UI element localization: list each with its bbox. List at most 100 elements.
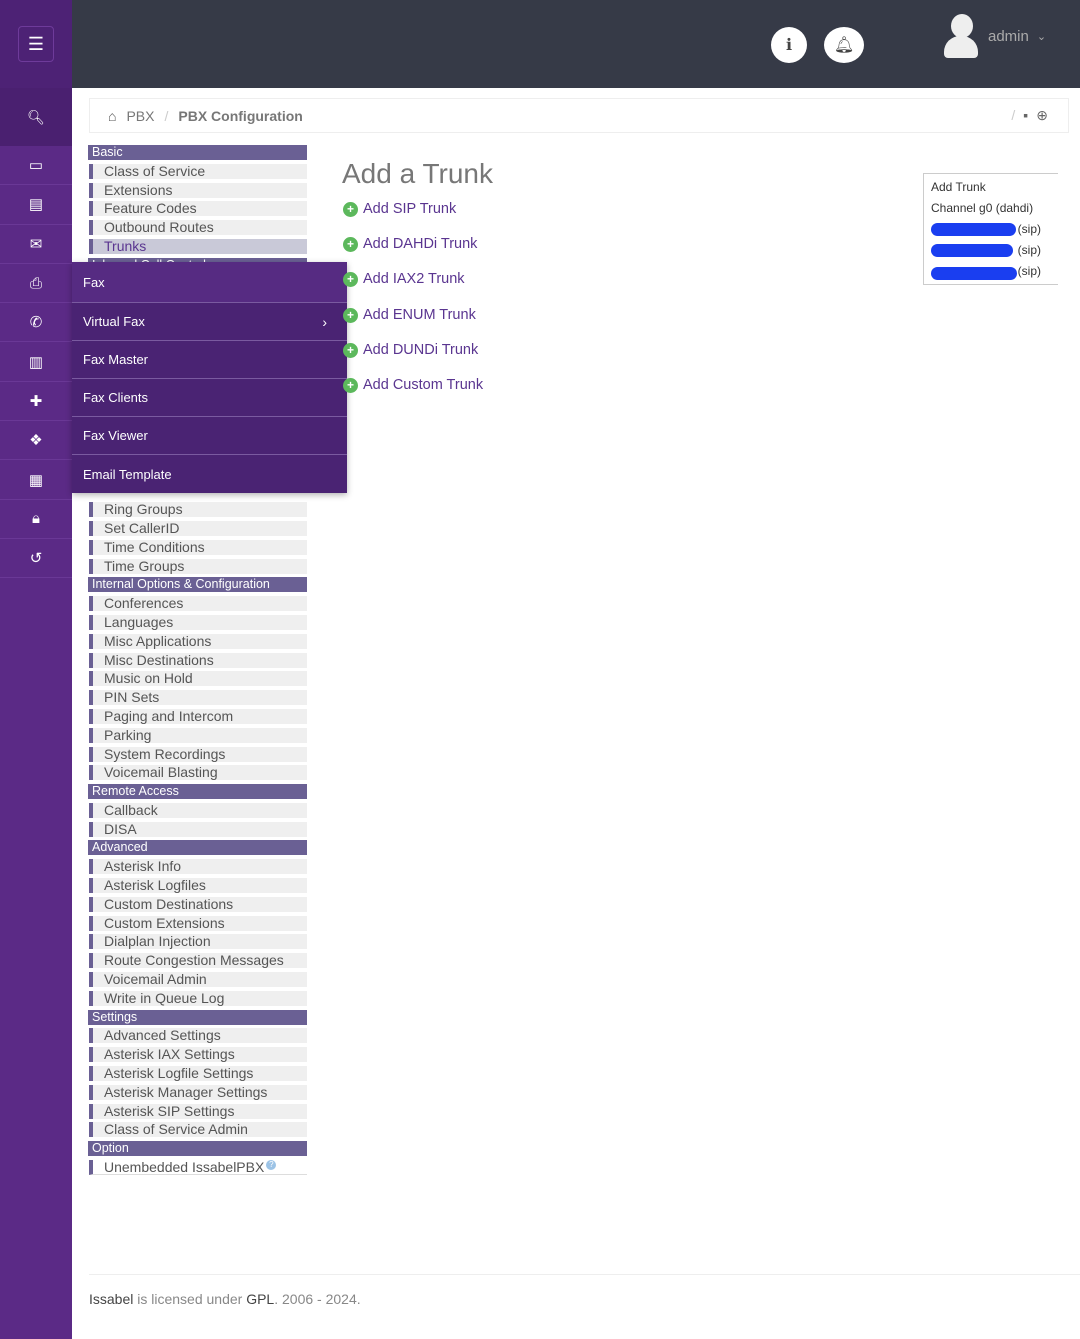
- add-trunk-link[interactable]: + Add SIP Trunk: [343, 201, 456, 217]
- redaction: [931, 244, 1013, 257]
- menu-item[interactable]: Voicemail Blasting: [89, 765, 307, 781]
- menu-item[interactable]: Class of Service: [89, 163, 307, 179]
- menu-item[interactable]: Asterisk IAX Settings: [89, 1047, 307, 1063]
- calculator-icon[interactable]: ▦: [0, 460, 72, 500]
- history-icon[interactable]: ↺: [0, 539, 72, 579]
- bar-chart-icon[interactable]: ▥: [0, 342, 72, 382]
- menu-item[interactable]: Asterisk Logfiles: [89, 878, 307, 894]
- popup-item-email-template[interactable]: Email Template: [72, 455, 347, 493]
- menu-item[interactable]: PIN Sets: [89, 690, 307, 706]
- user-menu[interactable]: admin ⌄: [942, 14, 1046, 58]
- breadcrumb-pbx[interactable]: PBX: [126, 108, 154, 124]
- note-icon[interactable]: ▪: [1023, 107, 1028, 124]
- bell-icon[interactable]: 🔔︎: [824, 27, 864, 63]
- book-icon[interactable]: ▤: [0, 185, 72, 225]
- menu-section-header: Basic: [88, 145, 307, 160]
- cubes-icon[interactable]: ❖: [0, 421, 72, 461]
- menu-item[interactable]: Asterisk Manager Settings: [89, 1084, 307, 1100]
- plus-icon[interactable]: ✚: [0, 382, 72, 422]
- menu-item[interactable]: Asterisk Info: [89, 859, 307, 875]
- menu-item[interactable]: Voicemail Admin: [89, 972, 307, 988]
- info-icon[interactable]: ℹ: [771, 27, 807, 63]
- add-trunk-link[interactable]: + Add Custom Trunk: [343, 377, 483, 393]
- chevron-down-icon: ⌄: [1036, 30, 1047, 43]
- plus-circle-icon: +: [343, 236, 358, 252]
- popup-item-fax-viewer[interactable]: Fax Viewer: [72, 417, 347, 455]
- menu-item[interactable]: Callback: [89, 802, 307, 818]
- menu-item[interactable]: Parking: [89, 727, 307, 743]
- menu-item[interactable]: Trunks: [89, 238, 307, 254]
- search-icon[interactable]: 🔍︎: [0, 88, 72, 146]
- menu-section-header: Settings: [88, 1009, 307, 1025]
- menu-item[interactable]: Custom Destinations: [89, 896, 307, 912]
- menu-item[interactable]: Ring Groups: [89, 502, 307, 518]
- menu-item[interactable]: Time Groups: [89, 558, 307, 574]
- link-label: Add ENUM Trunk: [363, 307, 476, 323]
- popup-item-virtual-fax[interactable]: Virtual Fax ›: [72, 303, 347, 341]
- trunk-item[interactable]: 5 (sip): [931, 221, 1051, 242]
- chevron-right-icon: ›: [322, 313, 327, 330]
- footer: Issabel is licensed under GPL. 2006 - 20…: [89, 1274, 1080, 1307]
- fax-submenu: Fax Virtual Fax › Fax Master Fax Clients …: [72, 262, 347, 493]
- plus-circle-icon: +: [343, 271, 358, 287]
- envelope-icon[interactable]: ✉: [0, 225, 72, 264]
- breadcrumb-separator: /: [164, 107, 169, 124]
- lifebuoy-icon[interactable]: ⊕: [1036, 107, 1048, 124]
- footer-license[interactable]: GPL: [246, 1291, 274, 1307]
- menu-item[interactable]: Time Conditions: [89, 539, 307, 555]
- menu-item[interactable]: Custom Extensions: [89, 915, 307, 931]
- menu-item[interactable]: Languages: [89, 614, 307, 630]
- popup-item-fax[interactable]: Fax: [72, 262, 347, 303]
- trunk-item[interactable]: (sip): [931, 263, 1051, 284]
- footer-brand[interactable]: Issabel: [89, 1291, 133, 1307]
- menu-item[interactable]: Misc Destinations: [89, 652, 307, 668]
- menu-item[interactable]: Set CallerID: [89, 520, 307, 536]
- menu-item[interactable]: DISA: [89, 821, 307, 837]
- printer-icon[interactable]: ⎙: [0, 264, 72, 304]
- menu-item[interactable]: Advanced Settings: [89, 1028, 307, 1044]
- trunk-add[interactable]: Add Trunk: [931, 179, 1051, 200]
- page-title: Add a Trunk: [342, 158, 493, 189]
- plus-circle-icon: +: [343, 342, 358, 358]
- menu-item[interactable]: Outbound Routes: [89, 220, 307, 236]
- link-label: Add DAHDi Trunk: [363, 236, 478, 252]
- home-icon[interactable]: ⌂: [108, 108, 116, 124]
- menu-item[interactable]: System Recordings: [89, 746, 307, 762]
- menu-item[interactable]: Paging and Intercom: [89, 708, 307, 724]
- hamburger-menu-icon[interactable]: ☰: [18, 26, 54, 62]
- menu-item[interactable]: Unembedded IssabelPBX?: [89, 1160, 307, 1176]
- trunk-item[interactable]: (sip): [931, 242, 1051, 263]
- link-label: Add DUNDi Trunk: [363, 342, 479, 358]
- computer-icon[interactable]: ▭: [0, 146, 72, 186]
- add-trunk-link[interactable]: + Add DUNDi Trunk: [343, 342, 478, 358]
- footer-years: . 2006 - 2024.: [274, 1291, 361, 1307]
- help-icon[interactable]: ?: [266, 1160, 277, 1171]
- menu-item[interactable]: Dialplan Injection: [89, 934, 307, 950]
- avatar: [942, 14, 980, 58]
- menu-item[interactable]: Write in Queue Log: [89, 990, 307, 1006]
- breadcrumb-current: PBX Configuration: [178, 107, 303, 124]
- menu-item[interactable]: Asterisk Logfile Settings: [89, 1066, 307, 1082]
- menu-section-header: Remote Access: [88, 784, 307, 800]
- trunk-item[interactable]: Channel g0 (dahdi): [931, 200, 1051, 221]
- popup-item-fax-master[interactable]: Fax Master: [72, 341, 347, 379]
- trunk-list: Add Trunk Channel g0 (dahdi) 5 (sip) (si…: [923, 173, 1058, 285]
- menu-item[interactable]: Extensions: [89, 182, 307, 198]
- menu-item[interactable]: Conferences: [89, 596, 307, 612]
- menu-section-header: Advanced: [88, 840, 307, 856]
- redaction: [931, 267, 1017, 280]
- add-trunk-link[interactable]: + Add IAX2 Trunk: [343, 271, 465, 287]
- lock-icon[interactable]: 🔒︎: [0, 500, 72, 539]
- phone-icon[interactable]: ✆: [0, 303, 72, 343]
- username: admin: [988, 27, 1029, 45]
- menu-item[interactable]: Misc Applications: [89, 633, 307, 649]
- popup-item-fax-clients[interactable]: Fax Clients: [72, 379, 347, 417]
- menu-item[interactable]: Music on Hold: [89, 671, 307, 687]
- menu-item[interactable]: Route Congestion Messages: [89, 953, 307, 969]
- menu-item[interactable]: Feature Codes: [89, 201, 307, 217]
- menu-item[interactable]: Class of Service Admin: [89, 1122, 307, 1138]
- add-trunk-link[interactable]: + Add DAHDi Trunk: [343, 236, 477, 252]
- add-trunk-link[interactable]: + Add ENUM Trunk: [343, 307, 476, 323]
- breadcrumb: ⌂ PBX / PBX Configuration / ▪ ⊕: [89, 98, 1069, 133]
- menu-item[interactable]: Asterisk SIP Settings: [89, 1103, 307, 1119]
